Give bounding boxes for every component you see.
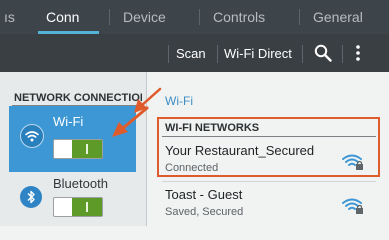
page-title: Wi-Fi [165,94,193,108]
toggle-on-indicator [72,198,102,216]
network-status: Connected [165,162,219,174]
section-divider [162,136,376,137]
toggle-on-indicator [72,140,102,158]
networks-section-header: WI-FI NETWORKS [165,122,260,134]
sidebar: NETWORK CONNECTIONS Wi-Fi Bluetooth [0,72,147,226]
sidebar-item-wifi[interactable]: Wi-Fi [9,106,136,172]
bluetooth-toggle[interactable] [53,197,103,217]
action-divider [168,45,169,63]
list-divider [162,181,376,182]
action-divider [217,45,218,63]
sidebar-item-label: Wi-Fi [53,114,84,129]
tab-controls[interactable]: Controls [198,0,265,34]
network-list-item[interactable]: Toast - Guest Saved, Secured [162,187,378,227]
tab-bar: ıs Conn Device Controls General [0,0,389,34]
tab-connections[interactable]: Conn [37,0,101,34]
tab-applications[interactable]: ıs [4,0,15,34]
overflow-menu-icon[interactable] [355,44,361,62]
network-status: Saved, Secured [165,206,244,218]
bluetooth-icon [20,186,42,208]
scan-button[interactable]: Scan [176,34,206,72]
action-divider [302,45,303,63]
sidebar-item-bluetooth[interactable]: Bluetooth [9,172,136,226]
main-panel: Wi-Fi WI-FI NETWORKS Your Restaurant_Sec… [148,72,389,226]
wifi-direct-button[interactable]: Wi-Fi Direct [224,34,292,72]
wifi-lock-icon [342,154,363,170]
wifi-lock-icon [342,198,363,214]
wifi-toggle[interactable] [53,139,103,159]
wifi-icon [20,124,44,148]
network-name: Your Restaurant_Secured [165,143,315,158]
network-name: Toast - Guest [165,187,243,202]
action-divider [342,45,343,63]
tab-device[interactable]: Device [109,0,166,34]
sidebar-item-label: Bluetooth [53,176,108,191]
action-bar: Scan Wi-Fi Direct [0,34,389,72]
section-header-network-connections: NETWORK CONNECTIONS [14,92,142,104]
tab-general[interactable]: General [299,0,363,34]
network-list-item[interactable]: Your Restaurant_Secured Connected [162,143,378,183]
search-icon[interactable] [314,44,332,62]
